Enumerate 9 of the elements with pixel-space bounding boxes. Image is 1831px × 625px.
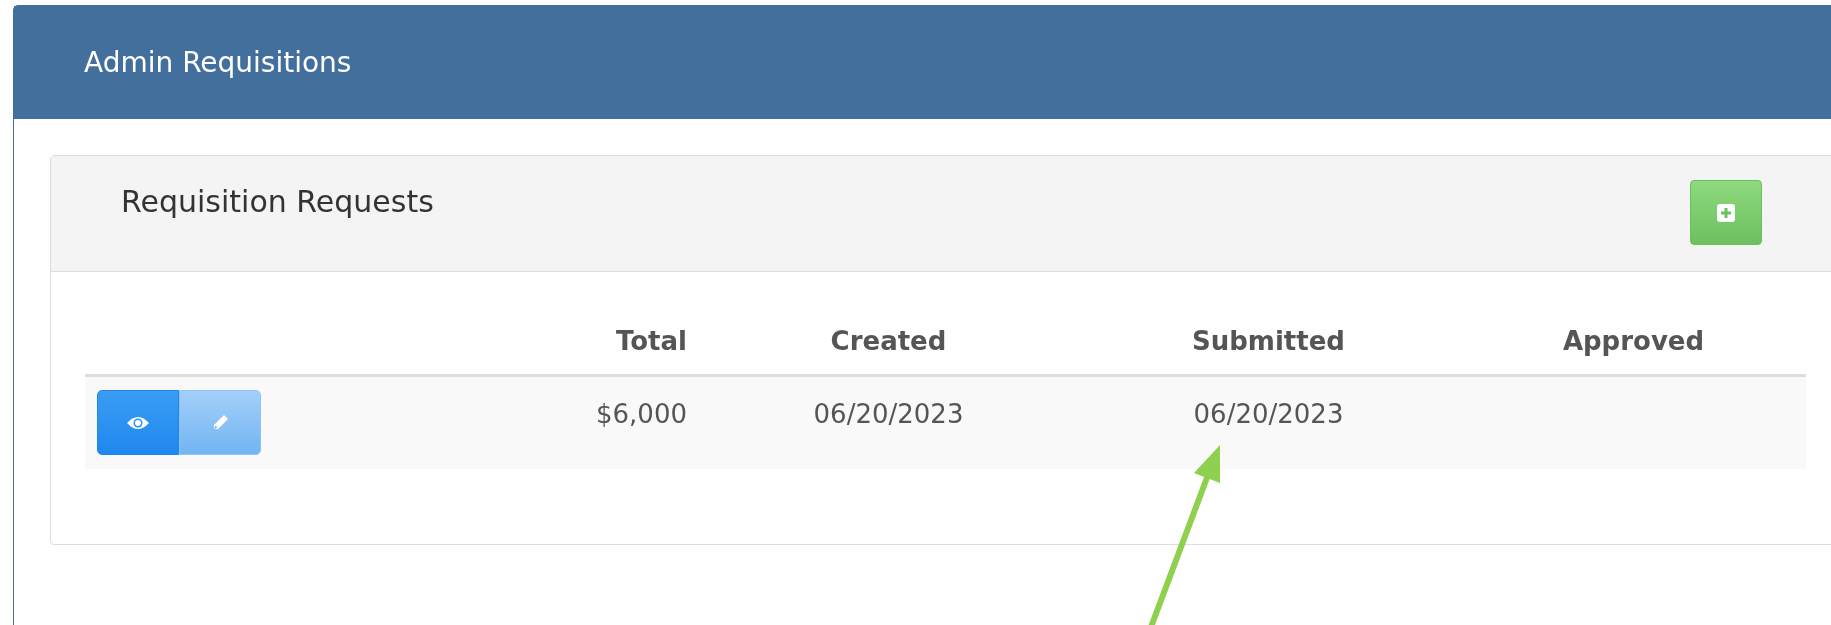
view-button[interactable] <box>97 390 179 455</box>
table-cell: 06/20/2023 <box>1076 377 1461 469</box>
panel-title: Requisition Requests <box>121 184 434 219</box>
window-title: Admin Requisitions <box>84 46 352 79</box>
add-button[interactable] <box>1690 180 1762 245</box>
table-cell: $6,000 <box>501 377 701 469</box>
table-cell: 06/20/2023 <box>701 377 1076 469</box>
plus-icon <box>1716 202 1736 223</box>
eye-icon <box>126 414 150 431</box>
